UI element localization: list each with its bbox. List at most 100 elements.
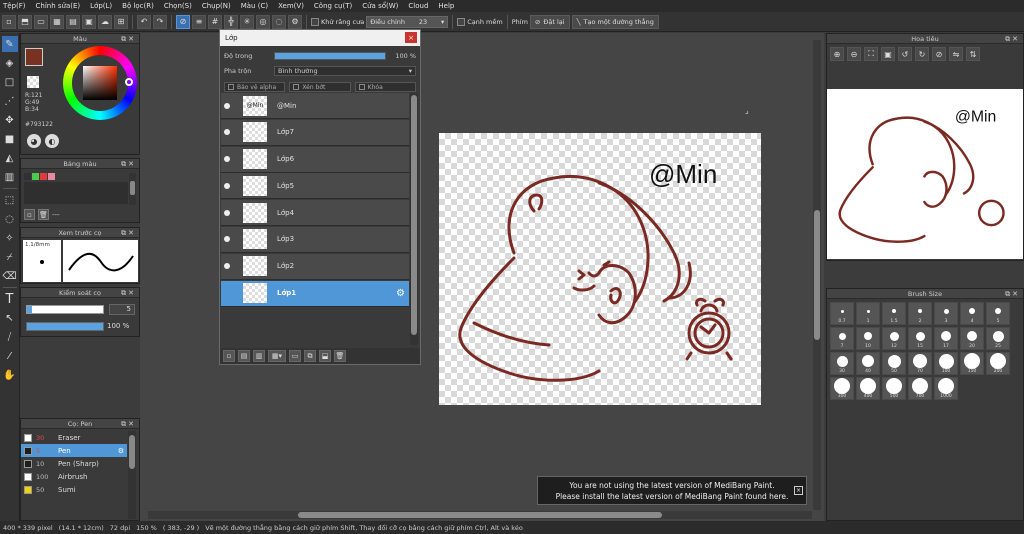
brush-size-cell[interactable]: 150 xyxy=(960,352,984,375)
layer-item[interactable]: @Min @Min xyxy=(221,93,409,119)
hand-tool-icon[interactable]: ✋ xyxy=(2,367,18,383)
color-mode-icon[interactable]: ◐ xyxy=(45,134,59,148)
operation-tool-icon[interactable]: ↖ xyxy=(2,310,18,326)
clipping-checkbox[interactable]: Xén bớt xyxy=(289,82,351,92)
brush-tool-icon[interactable]: ✎ xyxy=(1,36,18,52)
select-pen-icon[interactable]: ⌿ xyxy=(2,249,18,265)
panel-controls-icon[interactable]: ⧉✕ xyxy=(1005,290,1020,299)
size-slider[interactable] xyxy=(26,305,104,314)
menu-item[interactable]: Cloud xyxy=(408,2,428,10)
fit-icon[interactable]: ⛶ xyxy=(864,47,878,61)
palette-swatch[interactable] xyxy=(24,173,31,180)
menu-item[interactable]: Cửa sổ(W) xyxy=(362,2,398,10)
eraser-tool-icon[interactable]: ◈ xyxy=(2,55,18,71)
hue-marker-icon[interactable] xyxy=(125,78,133,86)
actual-size-icon[interactable]: ▣ xyxy=(881,47,895,61)
move-tool-icon[interactable]: ✥ xyxy=(2,112,18,128)
chat-icon[interactable]: ▭ xyxy=(34,14,48,29)
rotate-left-icon[interactable]: ↺ xyxy=(898,47,912,61)
panel-controls-icon[interactable]: ⧉✕ xyxy=(121,35,136,44)
menu-item[interactable]: Tệp(F) xyxy=(3,2,26,10)
snap-curve-icon[interactable]: ◌ xyxy=(272,14,286,29)
brush-size-cell[interactable]: 100 xyxy=(934,352,958,375)
gear-icon[interactable]: ⚙ xyxy=(118,447,124,455)
close-button[interactable]: × xyxy=(405,32,417,43)
snap-parallel-icon[interactable]: ≡ xyxy=(192,14,206,29)
menu-item[interactable]: Chụp(N) xyxy=(202,2,231,10)
brush-size-cell[interactable]: 4 xyxy=(960,302,984,325)
fill-rect-tool-icon[interactable]: ■ xyxy=(2,131,18,147)
brush-size-cell[interactable]: 200 xyxy=(986,352,1010,375)
brush-item[interactable]: 50 Sumi xyxy=(21,483,127,496)
brush-size-cell[interactable]: 20 xyxy=(960,327,984,350)
delete-layer-icon[interactable]: 🗑 xyxy=(334,350,346,362)
rotate-right-icon[interactable]: ↻ xyxy=(915,47,929,61)
brush-size-cell[interactable]: 7 xyxy=(830,327,854,350)
brush-size-cell[interactable]: 400 xyxy=(856,377,880,400)
transparent-swatch[interactable] xyxy=(27,76,39,88)
update-notification[interactable]: You are not using the latest version of … xyxy=(537,476,807,505)
merge-layer-icon[interactable]: ⬓ xyxy=(319,350,331,362)
gradient-tool-icon[interactable]: ▥ xyxy=(2,169,18,185)
new-halftone-layer-icon[interactable]: ▤ xyxy=(238,350,250,362)
magic-wand-icon[interactable]: ✧ xyxy=(2,230,18,246)
layer-item[interactable]: Lớp4 xyxy=(221,200,409,227)
layer-item[interactable]: Lớp1 ⚙ xyxy=(221,280,409,307)
visibility-icon[interactable] xyxy=(221,156,233,163)
dot-tool-icon[interactable]: ⋰ xyxy=(2,93,18,109)
new-layer-icon[interactable]: ▫ xyxy=(223,350,235,362)
brush-size-cell[interactable]: 0.7 xyxy=(830,302,854,325)
palette-swatch[interactable] xyxy=(32,173,39,180)
visibility-icon[interactable] xyxy=(221,102,233,109)
image-icon[interactable]: ▣ xyxy=(82,14,96,29)
canvas-vertical-scrollbar[interactable] xyxy=(813,40,821,510)
brush-size-cell[interactable]: 1.5 xyxy=(882,302,906,325)
layer-window-titlebar[interactable]: Lớp × xyxy=(220,30,420,46)
panel-controls-icon[interactable]: ⧉✕ xyxy=(121,229,136,238)
undo-icon[interactable]: ↶ xyxy=(137,14,151,29)
trash-icon[interactable]: 🗑 xyxy=(38,209,49,220)
new-8bit-layer-icon[interactable]: ▥ xyxy=(253,350,265,362)
menu-item[interactable]: Công cụ(T) xyxy=(314,2,352,10)
cloud-icon[interactable]: ☁ xyxy=(98,14,112,29)
palette-swatch[interactable] xyxy=(40,173,47,180)
layer-scrollbar[interactable] xyxy=(410,93,418,345)
add-layer-menu-icon[interactable]: ▦▾ xyxy=(268,350,286,362)
antialias-checkbox[interactable] xyxy=(311,17,319,26)
layers-icon[interactable]: ▤ xyxy=(66,14,80,29)
layer-item[interactable]: Lớp5 xyxy=(221,173,409,200)
brush-item[interactable]: 30 Eraser xyxy=(21,431,127,444)
redo-icon[interactable]: ↷ xyxy=(153,14,167,29)
saturation-square[interactable] xyxy=(83,66,117,100)
layer-item[interactable]: Lớp6 xyxy=(221,146,409,173)
panel-controls-icon[interactable]: ⧉✕ xyxy=(121,420,136,429)
select-eraser-icon[interactable]: ⌫ xyxy=(2,268,18,284)
panel-controls-icon[interactable]: ⧉✕ xyxy=(121,160,136,169)
visibility-icon[interactable] xyxy=(221,236,233,243)
new-icon[interactable]: ▫ xyxy=(2,14,16,29)
smooth-checkbox[interactable] xyxy=(457,17,466,26)
layer-item[interactable]: Lớp2 xyxy=(221,253,409,280)
blend-select[interactable]: Bình thường ▾ xyxy=(274,66,416,76)
brush-size-cell[interactable]: 12 xyxy=(882,327,906,350)
snap-settings-icon[interactable]: ⚙ xyxy=(288,14,302,29)
rect-tool-icon[interactable]: □ xyxy=(2,74,18,90)
brush-size-cell[interactable]: 10 xyxy=(856,327,880,350)
canvas-horizontal-scrollbar[interactable] xyxy=(148,511,812,519)
lock-checkbox[interactable]: Khóa xyxy=(354,82,416,92)
menu-item[interactable]: Help xyxy=(438,2,454,10)
brush-size-cell[interactable]: 1 xyxy=(856,302,880,325)
duplicate-layer-icon[interactable]: ⧉ xyxy=(304,350,316,362)
visibility-icon[interactable] xyxy=(221,129,233,136)
reset-view-icon[interactable]: ⊘ xyxy=(932,47,946,61)
brush-size-cell[interactable]: 70 xyxy=(908,352,932,375)
layer-opacity-slider[interactable] xyxy=(274,52,386,60)
bucket-tool-icon[interactable]: ◭ xyxy=(2,150,18,166)
size-value[interactable]: 5 xyxy=(109,304,135,315)
straight-line-button[interactable]: ╲ Tạo một đường thẳng xyxy=(571,14,659,29)
visibility-icon[interactable] xyxy=(221,182,233,189)
menu-item[interactable]: Xem(V) xyxy=(278,2,304,10)
zoom-out-icon[interactable]: ⊖ xyxy=(847,47,861,61)
flip-icon[interactable]: ⇋ xyxy=(949,47,963,61)
snap-radial-icon[interactable]: ✳ xyxy=(240,14,254,29)
